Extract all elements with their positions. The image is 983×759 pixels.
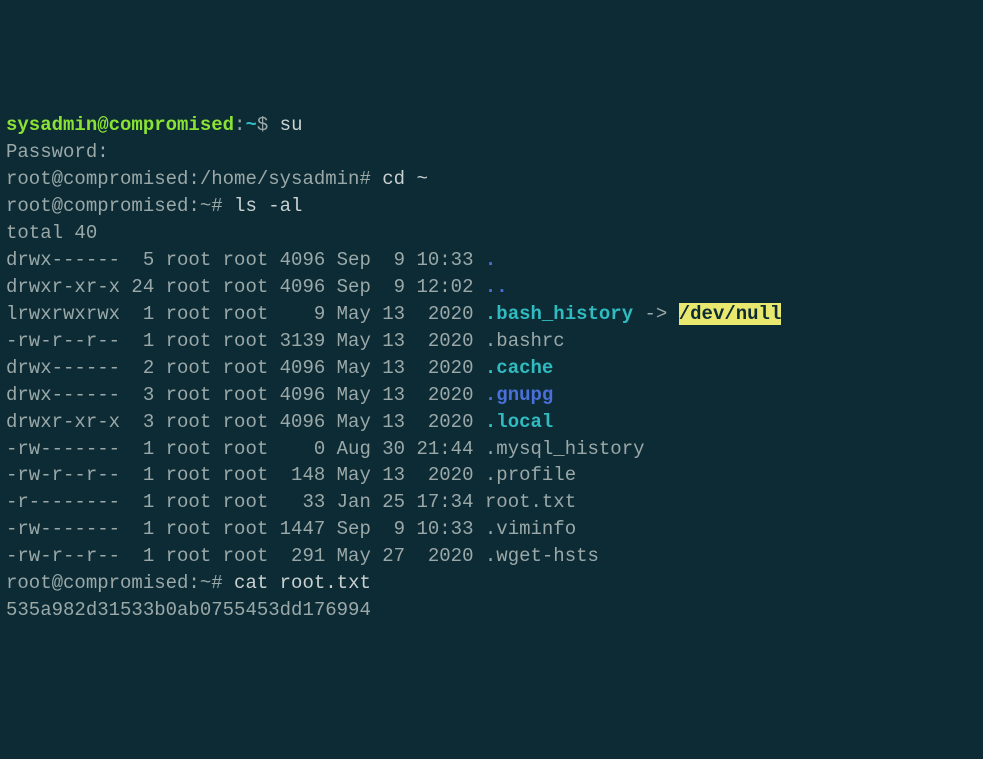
symlink-arrow: ->	[633, 303, 679, 325]
symlink-target: /dev/null	[679, 303, 782, 325]
file-meta: drwx------ 3 root root 4096 May 13 2020	[6, 384, 485, 406]
file-meta: -rw-r--r-- 1 root root 291 May 27 2020	[6, 545, 485, 567]
ls-row: -rw------- 1 root root 0 Aug 30 21:44 .m…	[6, 436, 977, 463]
prompt-line-su: sysadmin@compromised:~$ su	[6, 112, 977, 139]
ls-row: -r-------- 1 root root 33 Jan 25 17:34 r…	[6, 489, 977, 516]
file-name: ..	[485, 276, 508, 298]
prompt-root: root@compromised:~#	[6, 195, 234, 217]
file-name: root.txt	[485, 491, 576, 513]
ls-row: drwx------ 3 root root 4096 May 13 2020 …	[6, 382, 977, 409]
command-su: su	[280, 114, 303, 136]
file-name: .	[485, 249, 496, 271]
command-cat: cat root.txt	[234, 572, 371, 594]
prompt-path: ~	[245, 114, 256, 136]
root-flag: 535a982d31533b0ab0755453dd176994	[6, 599, 371, 621]
file-name: .gnupg	[485, 384, 553, 406]
prompt-line-cat: root@compromised:~# cat root.txt	[6, 570, 977, 597]
password-line: Password:	[6, 139, 977, 166]
file-meta: drwxr-xr-x 24 root root 4096 Sep 9 12:02	[6, 276, 485, 298]
password-label: Password:	[6, 141, 109, 163]
file-meta: drwx------ 2 root root 4096 May 13 2020	[6, 357, 485, 379]
file-meta: lrwxrwxrwx 1 root root 9 May 13 2020	[6, 303, 485, 325]
ls-row: -rw-r--r-- 1 root root 148 May 13 2020 .…	[6, 462, 977, 489]
ls-row: drwxr-xr-x 3 root root 4096 May 13 2020 …	[6, 409, 977, 436]
ls-row: lrwxrwxrwx 1 root root 9 May 13 2020 .ba…	[6, 301, 977, 328]
prompt-dollar: $	[257, 114, 280, 136]
file-meta: -rw------- 1 root root 0 Aug 30 21:44	[6, 438, 485, 460]
prompt-user: sysadmin@compromised	[6, 114, 234, 136]
file-meta: -rw-r--r-- 1 root root 148 May 13 2020	[6, 464, 485, 486]
prompt-root: root@compromised:~#	[6, 572, 234, 594]
ls-row: -rw------- 1 root root 1447 Sep 9 10:33 …	[6, 516, 977, 543]
total-text: total 40	[6, 222, 97, 244]
ls-total: total 40	[6, 220, 977, 247]
prompt-line-ls: root@compromised:~# ls -al	[6, 193, 977, 220]
file-meta: drwxr-xr-x 3 root root 4096 May 13 2020	[6, 411, 485, 433]
ls-row: -rw-r--r-- 1 root root 291 May 27 2020 .…	[6, 543, 977, 570]
file-meta: -rw-r--r-- 1 root root 3139 May 13 2020	[6, 330, 485, 352]
command-cd: cd ~	[382, 168, 428, 190]
command-ls: ls -al	[234, 195, 302, 217]
file-name: .wget-hsts	[485, 545, 599, 567]
file-name: .profile	[485, 464, 576, 486]
file-name: .local	[485, 411, 553, 433]
file-name: .bash_history	[485, 303, 633, 325]
file-meta: drwx------ 5 root root 4096 Sep 9 10:33	[6, 249, 485, 271]
file-name: .mysql_history	[485, 438, 645, 460]
terminal-output[interactable]: sysadmin@compromised:~$ suPassword:root@…	[6, 112, 977, 624]
ls-row: drwxr-xr-x 24 root root 4096 Sep 9 12:02…	[6, 274, 977, 301]
ls-row: -rw-r--r-- 1 root root 3139 May 13 2020 …	[6, 328, 977, 355]
file-name: .viminfo	[485, 518, 576, 540]
flag-line: 535a982d31533b0ab0755453dd176994	[6, 597, 977, 624]
file-name: .cache	[485, 357, 553, 379]
ls-row: drwx------ 5 root root 4096 Sep 9 10:33 …	[6, 247, 977, 274]
file-name: .bashrc	[485, 330, 565, 352]
ls-row: drwx------ 2 root root 4096 May 13 2020 …	[6, 355, 977, 382]
prompt-line-cd: root@compromised:/home/sysadmin# cd ~	[6, 166, 977, 193]
file-meta: -r-------- 1 root root 33 Jan 25 17:34	[6, 491, 485, 513]
file-meta: -rw------- 1 root root 1447 Sep 9 10:33	[6, 518, 485, 540]
prompt-root: root@compromised:/home/sysadmin#	[6, 168, 382, 190]
prompt-colon: :	[234, 114, 245, 136]
